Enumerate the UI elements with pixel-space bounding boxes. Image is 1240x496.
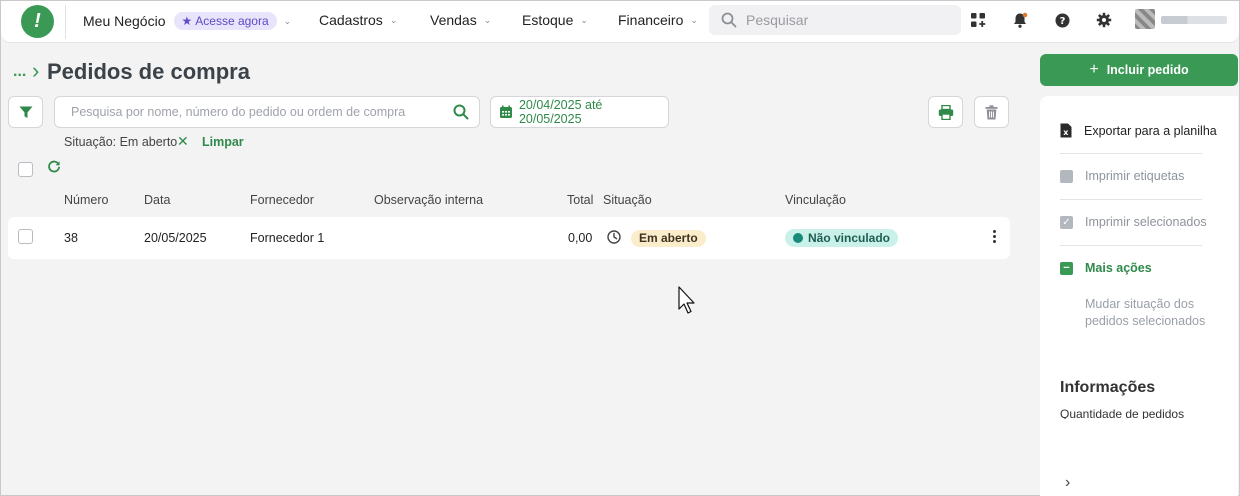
print-selected-item[interactable]: ✓ Imprimir selecionados bbox=[1060, 215, 1207, 229]
order-count-label: Quantidade de pedidos bbox=[1060, 407, 1185, 419]
calendar-icon bbox=[499, 105, 512, 118]
nav-vendas[interactable]: Vendas ⌄ bbox=[430, 12, 491, 28]
date-range-button[interactable]: 20/04/2025 até 20/05/2025 bbox=[490, 96, 669, 128]
row-checkbox[interactable] bbox=[18, 229, 33, 244]
chevron-down-icon: ⌄ bbox=[580, 14, 588, 25]
order-total: 0,00 bbox=[568, 231, 593, 245]
orders-search-input[interactable] bbox=[71, 105, 441, 119]
actions-panel: x Exportar para a planilha Imprimir etiq… bbox=[1040, 96, 1238, 496]
page-title: Pedidos de compra bbox=[47, 59, 250, 84]
column-header-number[interactable]: Número bbox=[64, 193, 108, 207]
add-order-label: Incluir pedido bbox=[1106, 63, 1189, 77]
clock-icon bbox=[607, 230, 621, 244]
gear-icon[interactable] bbox=[1095, 11, 1113, 29]
date-range-label: 20/04/2025 até 20/05/2025 bbox=[518, 98, 603, 126]
divider bbox=[1060, 153, 1202, 154]
row-more-icon[interactable] bbox=[989, 230, 999, 243]
linkage-badge: Não vinculado bbox=[785, 229, 899, 247]
column-header-total[interactable]: Total bbox=[567, 193, 593, 207]
change-status-action[interactable]: Mudar situação dos pedidos selecionados bbox=[1085, 296, 1225, 330]
nav-divider bbox=[65, 5, 66, 39]
minus-square-icon: − bbox=[1060, 261, 1073, 275]
svg-text:?: ? bbox=[1059, 16, 1065, 27]
chevron-down-icon: ⌄ bbox=[283, 15, 292, 26]
status-badge: Em aberto bbox=[631, 230, 706, 247]
chevron-down-icon: ⌄ bbox=[389, 14, 398, 25]
order-date: 20/05/2025 bbox=[144, 231, 207, 245]
access-now-label: Acesse agora bbox=[195, 14, 269, 28]
select-all-checkbox[interactable] bbox=[18, 162, 33, 177]
add-order-button[interactable]: + Incluir pedido bbox=[1040, 54, 1238, 86]
search-icon[interactable] bbox=[453, 104, 469, 120]
divider bbox=[1060, 245, 1202, 246]
column-header-supplier[interactable]: Fornecedor bbox=[250, 193, 314, 207]
bell-icon[interactable] bbox=[1011, 11, 1029, 29]
svg-text:x: x bbox=[1063, 128, 1069, 137]
more-actions-item[interactable]: − Mais ações bbox=[1060, 261, 1152, 275]
printer-icon bbox=[938, 104, 953, 120]
access-now-badge[interactable]: ★ Acesse agora bbox=[173, 12, 277, 30]
top-navbar: ! Meu Negócio ★ Acesse agora ⌄ Cadastros… bbox=[1, 1, 1239, 43]
more-actions-label: Mais ações bbox=[1085, 261, 1152, 275]
nav-estoque[interactable]: Estoque ⌄ bbox=[522, 12, 588, 28]
orders-search[interactable] bbox=[54, 96, 480, 128]
chevron-down-icon: ⌄ bbox=[690, 14, 698, 25]
avatar[interactable] bbox=[1135, 9, 1155, 29]
app-logo[interactable]: ! bbox=[21, 5, 54, 38]
nav-cadastros-label: Cadastros bbox=[319, 12, 383, 28]
divider bbox=[1060, 199, 1202, 200]
order-number: 38 bbox=[64, 231, 78, 245]
filter-icon bbox=[19, 106, 32, 118]
global-search-placeholder: Pesquisar bbox=[746, 12, 809, 28]
mouse-cursor-icon bbox=[678, 286, 695, 314]
status-filter-chip: Situação: Em aberto bbox=[64, 135, 178, 149]
nav-vendas-label: Vendas bbox=[430, 12, 477, 28]
nav-financeiro-label: Financeiro bbox=[618, 12, 684, 28]
checkbox-checked-icon: ✓ bbox=[1060, 215, 1073, 229]
linkage-badge-label: Não vinculado bbox=[808, 231, 891, 245]
nav-estoque-label: Estoque bbox=[522, 12, 574, 28]
export-spreadsheet-item[interactable]: x Exportar para a planilha bbox=[1060, 123, 1217, 138]
excel-file-icon: x bbox=[1060, 123, 1072, 138]
plus-icon: + bbox=[1089, 61, 1099, 78]
info-heading: Informações bbox=[1060, 379, 1156, 396]
print-selected-label: Imprimir selecionados bbox=[1085, 215, 1207, 229]
trash-icon bbox=[985, 104, 998, 119]
chevron-right-icon: › bbox=[32, 58, 40, 83]
nav-financeiro[interactable]: Financeiro ⌄ bbox=[618, 12, 698, 28]
label-icon bbox=[1060, 169, 1073, 183]
help-icon[interactable]: ? bbox=[1053, 11, 1071, 29]
chevron-right-icon[interactable]: › bbox=[1065, 474, 1070, 492]
global-search[interactable]: Pesquisar bbox=[709, 5, 961, 35]
print-labels-item[interactable]: Imprimir etiquetas bbox=[1060, 169, 1184, 183]
column-header-date[interactable]: Data bbox=[144, 193, 170, 207]
nav-my-business-label: Meu Negócio bbox=[83, 13, 166, 29]
print-button[interactable] bbox=[928, 96, 963, 128]
status-dot-icon bbox=[793, 233, 803, 243]
delete-button[interactable] bbox=[974, 96, 1009, 128]
close-icon[interactable]: ✕ bbox=[177, 133, 189, 150]
nav-cadastros[interactable]: Cadastros ⌄ bbox=[319, 12, 397, 28]
refresh-icon[interactable] bbox=[47, 160, 61, 174]
chevron-down-icon: ⌄ bbox=[483, 14, 492, 25]
breadcrumb-ellipsis[interactable]: ... bbox=[13, 63, 26, 81]
filter-button[interactable] bbox=[8, 96, 43, 128]
column-header-internal-note[interactable]: Observação interna bbox=[374, 193, 483, 207]
apps-icon[interactable] bbox=[969, 11, 987, 29]
column-header-status[interactable]: Situação bbox=[603, 193, 652, 207]
column-header-linkage[interactable]: Vinculação bbox=[785, 193, 846, 207]
order-supplier: Fornecedor 1 bbox=[250, 231, 325, 245]
clear-filters-link[interactable]: Limpar bbox=[202, 135, 244, 149]
user-name-blurred[interactable] bbox=[1161, 16, 1227, 24]
search-icon bbox=[721, 12, 737, 28]
star-icon: ★ bbox=[181, 14, 193, 28]
export-spreadsheet-label: Exportar para a planilha bbox=[1084, 123, 1217, 138]
nav-my-business[interactable]: Meu Negócio ★ Acesse agora ⌄ bbox=[83, 12, 291, 30]
print-labels-label: Imprimir etiquetas bbox=[1085, 169, 1185, 183]
